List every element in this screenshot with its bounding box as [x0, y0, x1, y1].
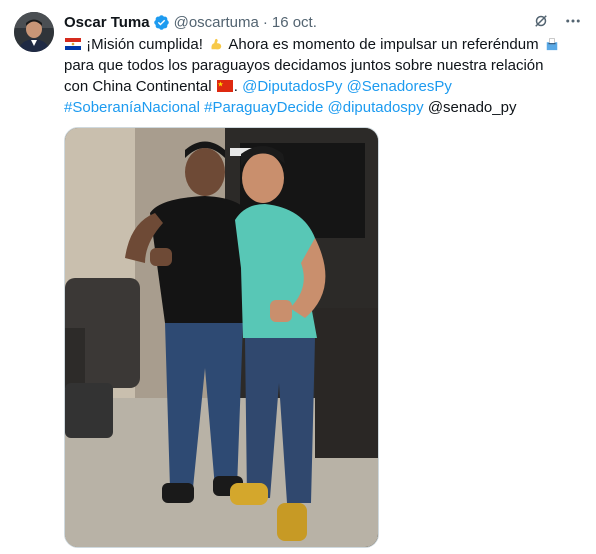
china-flag-icon [216, 80, 233, 92]
hashtag-link[interactable]: #ParaguayDecide [204, 99, 323, 116]
photo-image [65, 128, 378, 547]
paraguay-flag-icon [65, 38, 81, 50]
tweet-header: Oscar Tuma @oscartuma · 16 oct. [64, 12, 582, 32]
mention-link[interactable]: @SenadoresPy [347, 78, 452, 95]
author-name[interactable]: Oscar Tuma [64, 14, 150, 31]
text-segment: Ahora es momento de impulsar un referénd… [228, 36, 539, 53]
avatar[interactable] [14, 12, 54, 52]
mention-link[interactable]: @diputadospy [328, 99, 424, 116]
tweet-date[interactable]: 16 oct. [272, 14, 317, 31]
text-segment: para que todos los paraguayos decidamos … [64, 57, 544, 74]
more-options-icon[interactable] [564, 12, 582, 30]
tweet-photo[interactable] [64, 127, 379, 548]
verified-badge-icon [153, 14, 169, 30]
tweet[interactable]: Oscar Tuma @oscartuma · 16 oct. ¡Misión … [0, 0, 596, 554]
separator-dot: · [262, 13, 268, 31]
tweet-text: ¡Misión cumplida! Ahora es momento de im… [64, 34, 584, 118]
hashtag-link[interactable]: #SoberaníaNacional [64, 99, 200, 116]
grok-icon[interactable] [532, 12, 550, 30]
text-segment: . [233, 78, 238, 95]
mention-text[interactable]: @senado_py [428, 99, 517, 116]
text-segment: ¡Misión cumplida! [86, 36, 203, 53]
flexed-biceps-icon [211, 38, 222, 50]
author-handle[interactable]: @oscartuma [174, 14, 259, 31]
text-segment: con China Continental [64, 78, 212, 95]
ballot-box-icon [546, 38, 557, 51]
mention-link[interactable]: @DiputadosPy [242, 78, 342, 95]
